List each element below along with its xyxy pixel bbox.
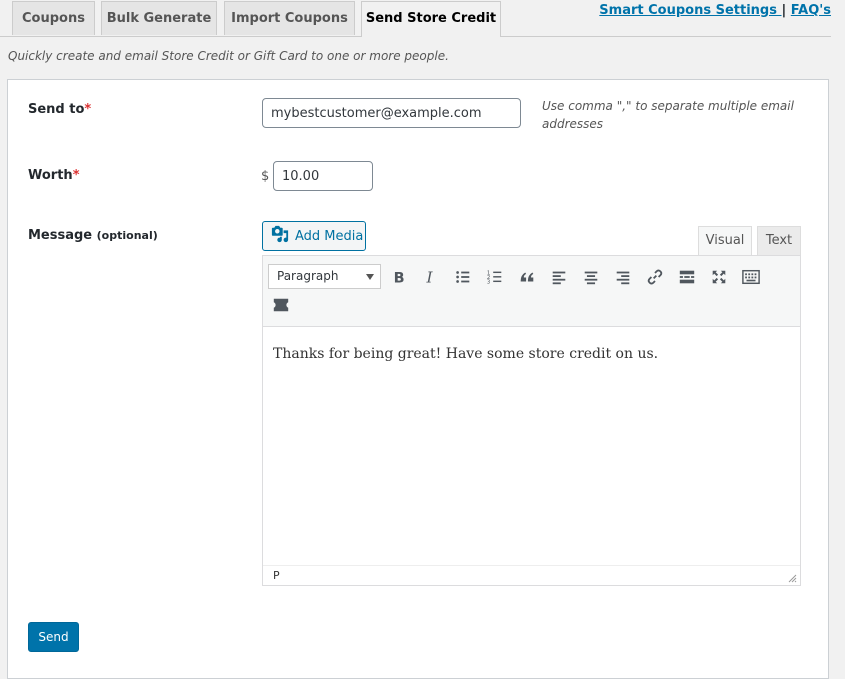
- read-more-icon[interactable]: [674, 264, 700, 290]
- align-center-icon[interactable]: [578, 264, 604, 290]
- align-left-icon[interactable]: [546, 264, 572, 290]
- toolbar-toggle-icon[interactable]: [738, 264, 764, 290]
- editor-toolbar: Paragraph B I 123: [263, 256, 800, 327]
- tab-visual[interactable]: Visual: [698, 226, 752, 256]
- svg-text:3: 3: [487, 279, 490, 285]
- bullet-list-icon[interactable]: [450, 264, 476, 290]
- fullscreen-icon[interactable]: [706, 264, 732, 290]
- worth-amount-input[interactable]: [273, 161, 373, 191]
- send-to-hint: Use comma "," to separate multiple email…: [542, 99, 794, 131]
- page-description: Quickly create and email Store Credit or…: [8, 49, 449, 63]
- numbered-list-icon[interactable]: 123: [482, 264, 508, 290]
- svg-text:I: I: [426, 268, 434, 286]
- worth-label: Worth*: [28, 168, 80, 183]
- tab-import-coupons[interactable]: Import Coupons: [224, 1, 355, 35]
- tab-coupons[interactable]: Coupons: [12, 1, 95, 35]
- add-media-button[interactable]: Add Media: [262, 221, 366, 251]
- send-button[interactable]: Send: [28, 622, 79, 652]
- smart-coupons-settings-link[interactable]: Smart Coupons Settings: [599, 3, 781, 18]
- editor-statusbar: P: [263, 565, 800, 585]
- tab-text[interactable]: Text: [757, 226, 801, 255]
- format-select[interactable]: Paragraph: [268, 264, 381, 289]
- send-to-label: Send to*: [28, 102, 92, 117]
- italic-icon[interactable]: I: [418, 264, 444, 290]
- add-media-icon: [271, 225, 289, 247]
- svg-text:B: B: [394, 270, 405, 286]
- link-icon[interactable]: [642, 264, 668, 290]
- currency-symbol: $: [261, 169, 270, 184]
- message-label: Message (optional): [28, 228, 158, 243]
- top-links: Smart Coupons Settings | FAQ's: [599, 3, 831, 18]
- bold-icon[interactable]: B: [386, 264, 412, 290]
- resize-handle-icon[interactable]: [788, 573, 797, 583]
- faq-link[interactable]: FAQ's: [791, 3, 831, 18]
- chevron-down-icon: [366, 274, 374, 280]
- blockquote-icon[interactable]: [514, 264, 540, 290]
- editor-content[interactable]: Thanks for being great! Have some store …: [273, 346, 658, 362]
- element-path[interactable]: P: [273, 569, 280, 582]
- add-media-label: Add Media: [295, 228, 364, 244]
- tab-bulk-generate[interactable]: Bulk Generate: [101, 1, 217, 35]
- align-right-icon[interactable]: [610, 264, 636, 290]
- coupon-icon[interactable]: [268, 292, 294, 318]
- link-separator: |: [781, 3, 787, 18]
- tab-send-store-credit[interactable]: Send Store Credit: [361, 1, 501, 37]
- message-editor: Paragraph B I 123 Thanks for being great…: [262, 255, 801, 586]
- send-to-email-input[interactable]: [262, 98, 521, 128]
